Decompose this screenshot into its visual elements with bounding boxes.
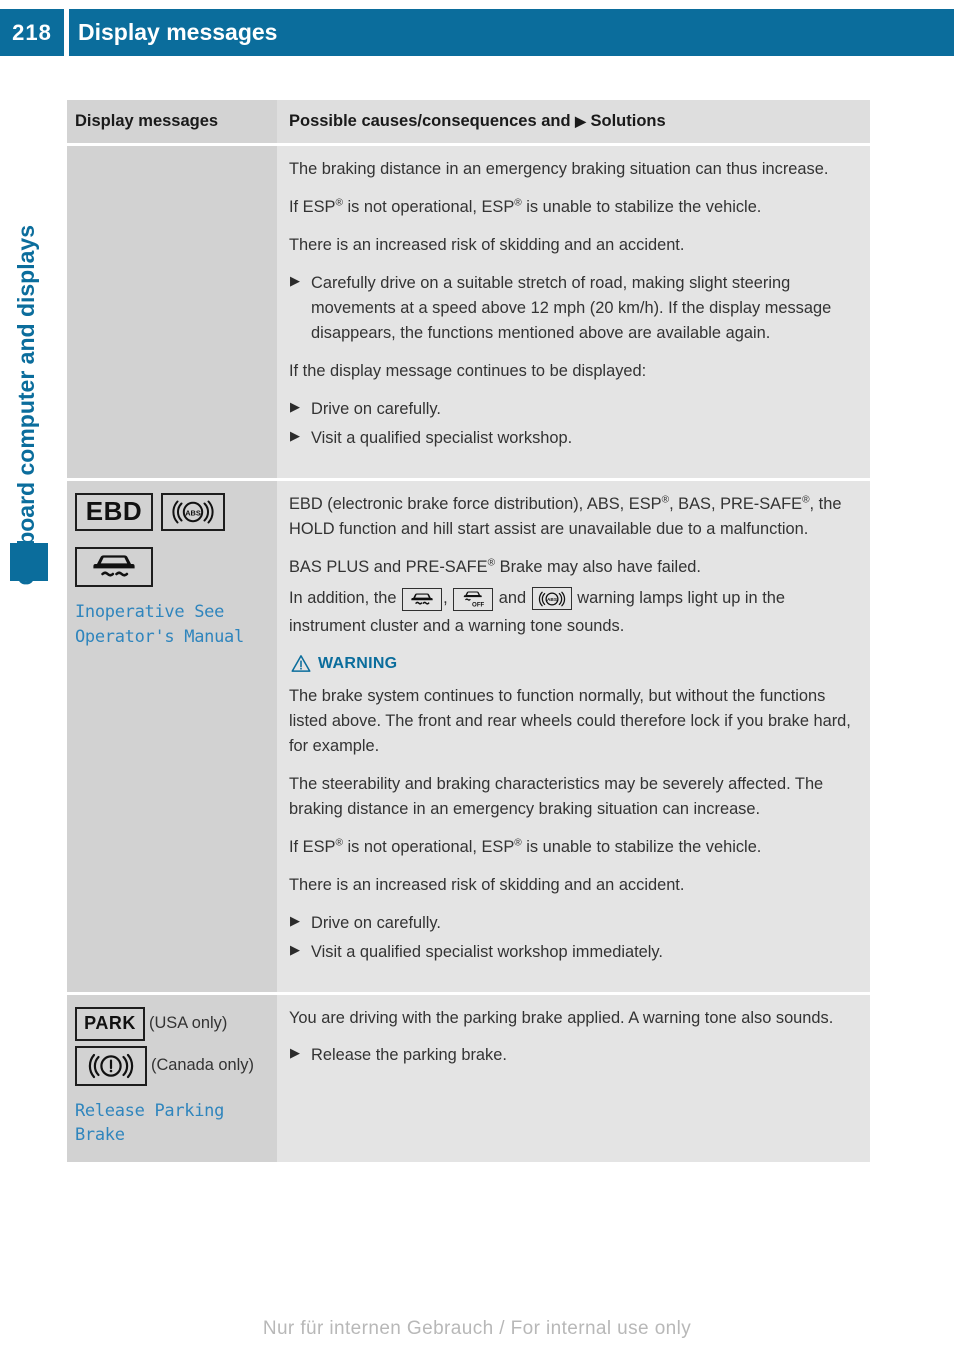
row2-bullet-group: ▶ Drive on carefully. ▶ Visit a qualifie… (289, 911, 856, 965)
row3-content-cell: You are driving with the parking brake a… (277, 994, 870, 1162)
brake-warning-icon (75, 1045, 147, 1086)
row1-content-cell: The braking distance in an emergency bra… (277, 146, 870, 478)
car-skid-inline-icon (402, 587, 443, 611)
row2-symbol-cell: EBD ABS Inoperative See Operator's Manua… (67, 480, 277, 992)
car-skid-inline-glyph (411, 593, 433, 605)
svg-text:ABS: ABS (185, 508, 201, 517)
row2-paragraph: BAS PLUS and PRE-SAFE® Brake may also ha… (289, 557, 701, 576)
row1-bullet-group-2: ▶ Drive on carefully. ▶ Visit a qualifie… (289, 397, 856, 451)
list-item: ▶ Visit a qualified specialist workshop. (289, 426, 856, 451)
page-number: 218 (12, 19, 52, 45)
bullet-arrow-icon: ▶ (290, 941, 300, 957)
row2-display-message: Inoperative See Operator's Manual (75, 601, 244, 647)
warning-triangle-icon (291, 655, 311, 673)
warning-paragraph: The steerability and braking characteris… (289, 774, 824, 818)
park-note-usa: (USA only) (149, 1014, 228, 1033)
warning-label: WARNING (318, 654, 398, 672)
chapter-sidebar-text: On-board computer and displays (12, 224, 39, 585)
warning-paragraph: There is an increased risk of skidding a… (289, 875, 685, 894)
ebd-icon: EBD (75, 492, 153, 531)
abs-icon-glyph: ABS (172, 500, 214, 524)
brake-warning-icon-glyph (88, 1053, 134, 1078)
chapter-marker (10, 543, 48, 581)
solutions-arrow-icon: ▶ (575, 113, 586, 129)
display-messages-table: Display messages Possible causes/consequ… (67, 100, 870, 1165)
list-item-text: Visit a qualified specialist workshop im… (311, 942, 663, 961)
row2-para3-text-c: and (498, 588, 527, 607)
list-item: ▶ Drive on carefully. (289, 397, 856, 422)
list-item-text: Carefully drive on a suitable stretch of… (311, 274, 832, 343)
list-item: ▶ Drive on carefully. (289, 911, 856, 936)
header-divider (64, 9, 69, 56)
list-item: ▶ Visit a qualified specialist workshop … (289, 940, 856, 965)
table-header-row: Display messages Possible causes/consequ… (67, 100, 870, 144)
bullet-arrow-icon: ▶ (290, 1045, 300, 1061)
row1-bullet-group-1: ▶ Carefully drive on a suitable stretch … (289, 271, 856, 346)
park-note-canada: (Canada only) (151, 1056, 254, 1075)
column-header-causes-text: Possible causes/consequences and (289, 112, 571, 130)
list-item-text: Drive on carefully. (311, 400, 441, 418)
table-row: EBD ABS Inoperative See Operator's Manua… (67, 480, 870, 992)
svg-text:OFF: OFF (472, 601, 485, 607)
list-item-text: Drive on carefully. (311, 913, 441, 932)
row1-symbol-cell (67, 146, 277, 478)
row1-paragraph: If ESP® is not operational, ESP® is unab… (289, 197, 762, 217)
table-row: The braking distance in an emergency bra… (67, 146, 870, 478)
abs-warning-icon: ABS (161, 492, 225, 531)
table-header-cell-left: Display messages (67, 100, 277, 144)
bullet-arrow-icon: ▶ (290, 399, 300, 414)
abs-inline-glyph: ABS (538, 591, 565, 607)
svg-text:ABS: ABS (547, 597, 557, 603)
ebd-icon-label: EBD (85, 496, 143, 527)
row3-bullet-group: ▶ Release the parking brake. (289, 1043, 856, 1068)
row3-paragraph: You are driving with the parking brake a… (289, 1008, 834, 1027)
abs-inline-icon: ABS (531, 587, 572, 611)
car-skid-warning-icon (75, 546, 153, 587)
row3-display-message: Release Parking Brake (75, 1100, 225, 1146)
bullet-arrow-icon: ▶ (290, 273, 300, 289)
row2-paragraph-with-icons: In addition, the , OFF and ABS warning l… (289, 584, 856, 641)
bullet-arrow-icon: ▶ (290, 427, 300, 443)
row2-content-cell: EBD (electronic brake force distribution… (277, 480, 870, 992)
table-row: PARK (USA only) (Canada only) Release Pa… (67, 994, 870, 1162)
park-icon-label: PARK (84, 1013, 136, 1034)
table-header-cell-right: Possible causes/consequences and ▶ Solut… (277, 100, 870, 144)
column-header-display-messages: Display messages (75, 112, 219, 130)
list-item: ▶ Carefully drive on a suitable stretch … (289, 271, 856, 346)
row1-paragraph: The braking distance in an emergency bra… (289, 160, 829, 179)
row2-paragraph: EBD (electronic brake force distribution… (289, 494, 842, 538)
column-header-solutions-text: Solutions (590, 112, 666, 130)
row2-symbol-tiles: EBD ABS (75, 492, 267, 587)
footer-watermark: Nur für internen Gebrauch / For internal… (262, 1318, 692, 1339)
car-skid-off-inline-icon: OFF (453, 587, 494, 611)
park-icon: PARK (75, 1006, 145, 1041)
column-header-solutions: Possible causes/consequences and ▶ Solut… (289, 111, 856, 132)
bullet-arrow-icon: ▶ (290, 912, 300, 928)
list-item: ▶ Release the parking brake. (289, 1043, 856, 1068)
chapter-sidebar-label: On-board computer and displays (0, 115, 52, 585)
warning-header: WARNING (291, 654, 856, 673)
page-title: Display messages (78, 19, 278, 45)
car-skid-off-inline-glyph: OFF (464, 591, 485, 608)
car-skid-icon-glyph (93, 555, 135, 577)
row2-para3-text-b: , (443, 588, 448, 607)
row2-para3-text-a: In addition, the (289, 588, 397, 607)
row1-paragraph: There is an increased risk of skidding a… (289, 236, 685, 255)
warning-paragraph: The brake system continues to function n… (289, 687, 851, 755)
list-item-text: Visit a qualified specialist workshop. (311, 428, 573, 447)
row1-paragraph-mid: If the display message continues to be d… (289, 362, 647, 381)
warning-paragraph: If ESP® is not operational, ESP® is unab… (289, 837, 762, 856)
row3-symbol-cell: PARK (USA only) (Canada only) Release Pa… (67, 994, 277, 1162)
list-item-text: Release the parking brake. (311, 1046, 507, 1065)
row3-symbol-flow: PARK (USA only) (Canada only) (75, 1006, 267, 1086)
